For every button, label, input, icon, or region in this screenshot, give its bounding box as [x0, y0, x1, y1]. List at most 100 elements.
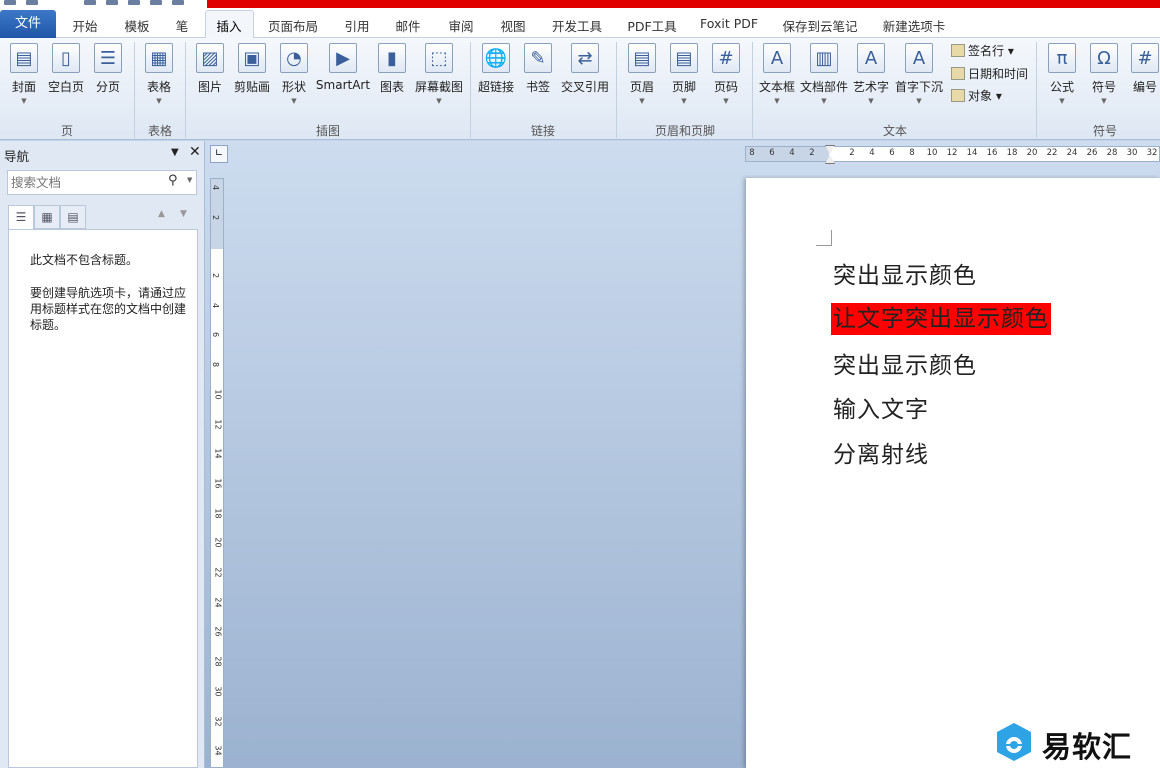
group-label: 页眉和页脚	[654, 124, 716, 138]
group-label: 文本	[882, 124, 908, 138]
ruler-tick: 14	[213, 448, 223, 459]
text-box-button[interactable]: A 文本框 ▼	[757, 43, 797, 105]
ruler-tick: 4	[211, 302, 221, 308]
ruler-tick: 2	[211, 272, 221, 279]
horizontal-ruler-margin	[746, 147, 829, 161]
line-text: 输入文字	[833, 397, 929, 423]
document-line[interactable]: 输入文字	[833, 390, 929, 424]
ruler-tick: 4	[211, 184, 221, 191]
line-text: 分离射线	[833, 442, 929, 468]
chevron-down-icon: ▼	[639, 97, 645, 105]
chevron-down-icon: ▼	[723, 97, 729, 105]
cover-page-button[interactable]: ▤ 封面 ▼	[4, 43, 44, 105]
quick-access-icon[interactable]	[128, 0, 140, 5]
document-line[interactable]: 突出显示颜色	[833, 256, 977, 290]
tab-3[interactable]: 插入	[216, 16, 241, 35]
tab-13[interactable]: 新建选项卡	[883, 16, 946, 35]
wordart-button[interactable]: A 艺术字 ▼	[851, 43, 891, 105]
shapes-button[interactable]: ◔ 形状 ▼	[274, 43, 314, 105]
ruler-tick: 6	[769, 148, 775, 158]
next-heading-icon[interactable]: ▼	[180, 209, 187, 219]
button-label: 首字下沉	[894, 80, 943, 94]
header-button[interactable]: ▤ 页眉 ▼	[622, 43, 662, 105]
shapes-icon: ◔	[280, 43, 308, 73]
tab-6[interactable]: 邮件	[395, 16, 420, 35]
ruler-tick: 20	[213, 537, 223, 548]
ruler-tick: 6	[889, 148, 895, 158]
group-divider	[752, 42, 753, 138]
vertical-ruler[interactable]	[210, 178, 224, 768]
tab-file[interactable]: 文件	[0, 10, 56, 38]
nav-menu-icon[interactable]: ▼	[171, 147, 179, 158]
chevron-down-icon[interactable]: ▼	[187, 176, 192, 184]
chart-icon: ▮	[378, 43, 406, 73]
save-icon[interactable]	[4, 0, 16, 5]
quick-access-icon[interactable]	[106, 0, 118, 5]
page-number-button[interactable]: # 页码 ▼	[706, 43, 746, 105]
tab-2[interactable]: 笔	[176, 16, 189, 35]
tab-5[interactable]: 引用	[344, 16, 369, 35]
nav-title: 导航	[4, 149, 30, 164]
screenshot-button[interactable]: ⬚ 屏幕截图 ▼	[415, 43, 463, 105]
group-label: 表格	[147, 124, 173, 138]
symbol-icon: Ω	[1090, 43, 1118, 73]
symbol-button[interactable]: Ω 符号 ▼	[1084, 43, 1124, 105]
tab-pages[interactable]: ▦	[34, 205, 60, 229]
object-button[interactable]: 对象 ▾	[951, 87, 1002, 104]
ruler-tick: 8	[909, 148, 915, 158]
ruler-tick: 18	[213, 508, 223, 519]
signature-line-button[interactable]: 签名行 ▾	[951, 42, 1014, 59]
number-icon: #	[1131, 43, 1159, 73]
ruler-tick: 14	[966, 148, 978, 158]
tab-8[interactable]: 视图	[500, 16, 525, 35]
chevron-down-icon: ▼	[21, 97, 27, 105]
number-button[interactable]: # 编号	[1125, 43, 1160, 95]
footer-button[interactable]: ▤ 页脚 ▼	[664, 43, 704, 105]
redo-icon[interactable]	[84, 0, 96, 5]
tab-7[interactable]: 审阅	[448, 16, 473, 35]
nav-help-message: 要创建导航选项卡，请通过应用标题样式在您的文档中创建标题。	[30, 286, 187, 332]
drop-cap-button[interactable]: A 首字下沉 ▼	[895, 43, 943, 105]
ruler-tick: 32	[213, 715, 223, 727]
group-label: 插图	[315, 124, 341, 138]
wordart-icon: A	[857, 43, 885, 73]
ruler-tick: 32	[1146, 148, 1158, 158]
tab-12[interactable]: 保存到云笔记	[782, 16, 857, 35]
cross-reference-button[interactable]: ⇄ 交叉引用	[561, 43, 609, 95]
chevron-down-icon: ▼	[821, 97, 827, 105]
drop-cap-icon: A	[905, 43, 933, 73]
ruler-tick: 10	[213, 389, 223, 400]
quick-access-icon[interactable]	[150, 0, 162, 5]
quick-parts-button[interactable]: ▥ 文档部件 ▼	[800, 43, 848, 105]
tab-results[interactable]: ▤	[60, 205, 86, 229]
document-line[interactable]: 让文字突出显示颜色	[831, 299, 1051, 335]
page-number-icon: #	[712, 43, 740, 73]
undo-icon[interactable]	[26, 0, 38, 5]
date-time-button[interactable]: 日期和时间	[951, 65, 1028, 82]
document-line[interactable]: 分离射线	[833, 435, 929, 469]
ruler-tick: 28	[1106, 148, 1118, 158]
clip-art-icon: ▣	[238, 43, 266, 73]
tab-0[interactable]: 开始	[72, 16, 97, 35]
equation-button[interactable]: π 公式 ▼	[1042, 43, 1082, 105]
ruler-tick: 8	[749, 148, 755, 158]
document-line[interactable]: 突出显示颜色	[833, 346, 977, 380]
previous-heading-icon[interactable]: ▲	[158, 209, 165, 219]
tab-11[interactable]: Foxit PDF	[700, 16, 758, 31]
tab-10[interactable]: PDF工具	[627, 16, 676, 35]
chevron-down-icon: ▼	[1059, 97, 1065, 105]
table-button[interactable]: ▦ 表格 ▼	[139, 43, 179, 105]
text-box-icon: A	[763, 43, 791, 73]
bookmark-icon: ✎	[524, 43, 552, 73]
tab-9[interactable]: 开发工具	[552, 16, 602, 35]
tab-headings[interactable]: ☰	[8, 205, 34, 230]
group-label: 链接	[530, 124, 556, 138]
tab-stop-selector[interactable]: ∟	[210, 145, 228, 163]
close-icon[interactable]: ✕	[189, 144, 201, 160]
group-divider	[616, 42, 617, 138]
tab-4[interactable]: 页面布局	[268, 16, 318, 35]
quick-access-icon[interactable]	[172, 0, 184, 5]
ruler-tick: 8	[211, 362, 221, 368]
search-icon[interactable]: ⚲	[168, 173, 178, 188]
tab-1[interactable]: 模板	[124, 16, 149, 35]
